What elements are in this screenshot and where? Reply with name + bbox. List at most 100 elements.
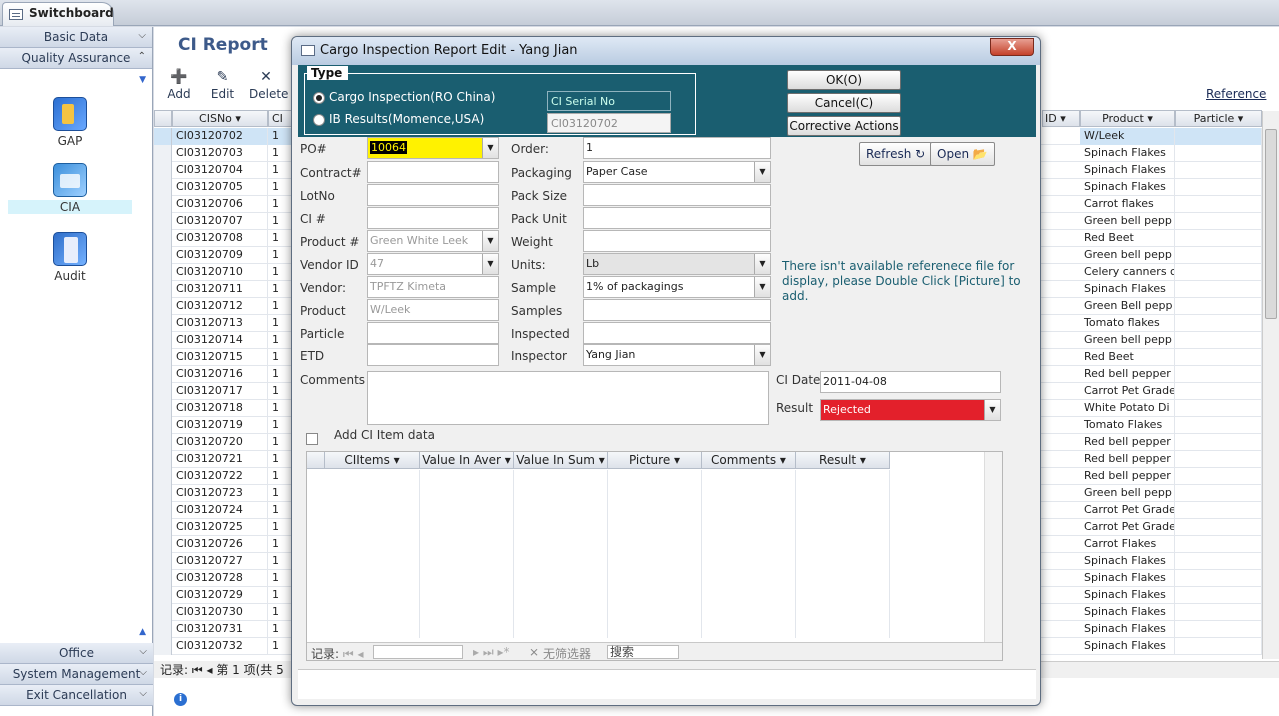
cell-particle[interactable]: [1175, 366, 1262, 383]
row-selector[interactable]: [154, 281, 172, 298]
column-header-value-in-aver[interactable]: Value In Aver ▾: [420, 452, 514, 469]
cancel-button[interactable]: Cancel(C): [787, 93, 901, 113]
cell-ci[interactable]: 1: [268, 128, 292, 145]
row-selector[interactable]: [154, 145, 172, 162]
cell-product[interactable]: Red bell pepper: [1080, 451, 1175, 468]
vertical-scrollbar[interactable]: [1262, 111, 1279, 659]
cell-ci[interactable]: 1: [268, 536, 292, 553]
scroll-up-arrow-icon[interactable]: ▲: [139, 627, 146, 637]
cell-ci[interactable]: 1: [268, 638, 292, 655]
field-input[interactable]: W/Leek: [367, 299, 499, 321]
nav-item-gap[interactable]: GAP: [8, 97, 132, 148]
row-selector[interactable]: [154, 536, 172, 553]
field-input[interactable]: [367, 161, 499, 183]
scrollbar-thumb[interactable]: [1265, 129, 1277, 319]
field-select[interactable]: Paper Case ▼: [583, 161, 771, 183]
cell-particle[interactable]: [1175, 570, 1262, 587]
cell-ci[interactable]: 1: [268, 383, 292, 400]
cell-particle[interactable]: [1175, 451, 1262, 468]
cell-cisno[interactable]: CI03120732: [172, 638, 268, 655]
cell-ci[interactable]: 1: [268, 213, 292, 230]
cell-particle[interactable]: [1175, 281, 1262, 298]
cell-product[interactable]: Green bell pepp: [1080, 485, 1175, 502]
column-header-ciitems[interactable]: CIItems ▾: [325, 452, 420, 469]
row-selector[interactable]: [154, 366, 172, 383]
chevron-down-icon[interactable]: ▼: [754, 254, 770, 274]
cell-product[interactable]: Spinach Flakes: [1080, 587, 1175, 604]
close-button[interactable]: X: [990, 38, 1034, 56]
cell-particle[interactable]: [1175, 553, 1262, 570]
cell-product[interactable]: Red Beet: [1080, 230, 1175, 247]
subform-vertical-scrollbar[interactable]: [984, 452, 1002, 642]
cell-particle[interactable]: [1175, 604, 1262, 621]
cell-ci[interactable]: 1: [268, 298, 292, 315]
column-header-result[interactable]: Result ▾: [796, 452, 890, 469]
cell-product[interactable]: Spinach Flakes: [1080, 145, 1175, 162]
result-select[interactable]: Rejected ▼: [820, 399, 1001, 421]
row-selector[interactable]: [154, 298, 172, 315]
cell-particle[interactable]: [1175, 247, 1262, 264]
corrective-actions-button[interactable]: Corrective Actions: [787, 116, 901, 136]
row-selector[interactable]: [154, 162, 172, 179]
cell-particle[interactable]: [1175, 298, 1262, 315]
chevron-down-icon[interactable]: ▼: [754, 345, 770, 365]
ok-button[interactable]: OK(O): [787, 70, 901, 90]
cell-cisno[interactable]: CI03120721: [172, 451, 268, 468]
row-selector[interactable]: [154, 604, 172, 621]
field-input[interactable]: [367, 184, 499, 206]
reference-link[interactable]: Reference: [1206, 87, 1266, 101]
column-header-product[interactable]: Product ▾: [1080, 110, 1175, 127]
cell-product[interactable]: Spinach Flakes: [1080, 179, 1175, 196]
cell-particle[interactable]: [1175, 230, 1262, 247]
nav-header-exit-cancellation[interactable]: Exit Cancellation ⌵: [0, 685, 153, 706]
cell-particle[interactable]: [1175, 162, 1262, 179]
edit-button[interactable]: ✎ Edit: [206, 69, 240, 101]
nav-header-basic-data[interactable]: Basic Data ⌵: [0, 27, 152, 48]
row-selector[interactable]: [154, 230, 172, 247]
row-selector[interactable]: [154, 128, 172, 145]
nav-header-quality-assurance[interactable]: Quality Assurance ⌃: [0, 48, 152, 69]
cell-product[interactable]: Spinach Flakes: [1080, 604, 1175, 621]
column-header-particle[interactable]: Particle ▾: [1175, 110, 1262, 127]
cell-ci[interactable]: 1: [268, 315, 292, 332]
cell-product[interactable]: Carrot Pet Grade: [1080, 519, 1175, 536]
cell-cisno[interactable]: CI03120703: [172, 145, 268, 162]
row-selector[interactable]: [154, 417, 172, 434]
subform-select-all[interactable]: [307, 452, 325, 469]
field-input[interactable]: Green White Leek ▼: [367, 230, 499, 252]
field-input[interactable]: [583, 322, 771, 344]
cell-cisno[interactable]: CI03120711: [172, 281, 268, 298]
cell-particle[interactable]: [1175, 349, 1262, 366]
cell-ci[interactable]: 1: [268, 349, 292, 366]
field-input[interactable]: 1: [583, 137, 771, 159]
cell-particle[interactable]: [1175, 196, 1262, 213]
prev-record-icon[interactable]: ◂: [207, 663, 213, 677]
cell-cisno[interactable]: CI03120706: [172, 196, 268, 213]
row-selector[interactable]: [154, 553, 172, 570]
cell-particle[interactable]: [1175, 468, 1262, 485]
cell-product[interactable]: Green Bell pepp: [1080, 298, 1175, 315]
cell-ci[interactable]: 1: [268, 604, 292, 621]
first-record-icon[interactable]: ⏮ ◂: [343, 647, 364, 661]
cell-ci[interactable]: 1: [268, 502, 292, 519]
row-selector[interactable]: [154, 349, 172, 366]
cell-product[interactable]: Red bell pepper: [1080, 366, 1175, 383]
select-all-corner[interactable]: [154, 110, 172, 127]
cell-ci[interactable]: 1: [268, 247, 292, 264]
cell-cisno[interactable]: CI03120708: [172, 230, 268, 247]
cell-cisno[interactable]: CI03120713: [172, 315, 268, 332]
row-selector[interactable]: [154, 502, 172, 519]
comments-field[interactable]: [367, 371, 769, 425]
record-number-input[interactable]: [373, 645, 463, 659]
cell-cisno[interactable]: CI03120729: [172, 587, 268, 604]
cell-product[interactable]: Green bell pepp: [1080, 213, 1175, 230]
cell-ci[interactable]: 1: [268, 230, 292, 247]
cell-ci[interactable]: 1: [268, 553, 292, 570]
cell-ci[interactable]: 1: [268, 179, 292, 196]
row-selector[interactable]: [154, 196, 172, 213]
add-button[interactable]: ➕ Add: [162, 69, 196, 101]
cell-cisno[interactable]: CI03120716: [172, 366, 268, 383]
switchboard-tab[interactable]: Switchboard: [2, 2, 114, 26]
row-selector[interactable]: [154, 621, 172, 638]
cell-ci[interactable]: 1: [268, 417, 292, 434]
